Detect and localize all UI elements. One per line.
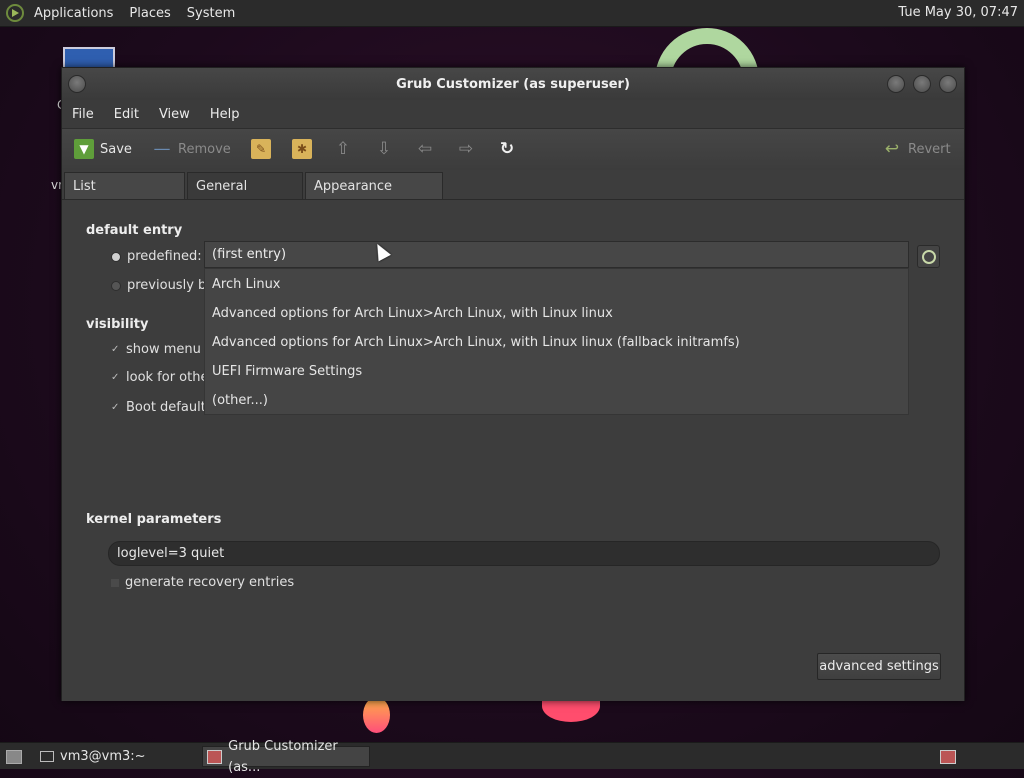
show-desktop-button[interactable] <box>2 746 26 767</box>
previously-booted-radio[interactable]: previously bo <box>111 278 214 293</box>
maximize-button[interactable] <box>913 75 931 93</box>
checkbox-indicator <box>111 578 119 587</box>
advanced-settings-button[interactable]: advanced settings <box>817 653 941 680</box>
dropdown-item[interactable]: UEFI Firmware Settings <box>212 364 362 379</box>
boot-default-label: Boot default <box>126 400 206 415</box>
check-icon: ✓ <box>111 372 120 383</box>
visibility-heading: visibility <box>86 317 149 332</box>
show-desktop-icon <box>6 749 22 764</box>
show-menu-label: show menu <box>126 342 201 357</box>
menu-edit[interactable]: Edit <box>104 107 149 122</box>
create-entry-button[interactable]: ✱ <box>292 139 312 159</box>
tab-general-settings[interactable]: General settings <box>187 172 303 222</box>
arrow-right-icon: ⇨ <box>458 139 474 159</box>
taskbar-item-grub-customizer[interactable]: Grub Customizer (as... <box>202 739 370 775</box>
general-settings-panel: default entry predefined: previously bo … <box>62 199 964 701</box>
taskbar-label: vm3@vm3:~ <box>60 749 146 764</box>
new-entry-icon: ✱ <box>292 139 312 159</box>
tab-list-configuration[interactable]: List configuration <box>64 172 185 222</box>
look-for-other-os-checkbox[interactable]: ✓ look for othe <box>111 370 208 385</box>
remove-label: Remove <box>178 141 231 157</box>
check-icon: ✓ <box>111 402 120 413</box>
menubar: File Edit View Help <box>62 100 964 128</box>
previously-booted-label: previously bo <box>127 278 215 293</box>
arrow-down-icon: ⇩ <box>376 139 392 159</box>
terminal-icon <box>40 751 54 762</box>
toolbar: ▼ Save — Remove ✎ ✱ ⇧ ⇩ ⇦ ⇨ ↻ ↩ Revert <box>62 128 964 172</box>
grub-customizer-tray-icon <box>940 749 956 764</box>
tab-bar: List configuration General settings Appe… <box>62 170 964 222</box>
menu-system[interactable]: System <box>179 6 243 21</box>
dropdown-item[interactable]: Arch Linux <box>212 277 281 292</box>
predefined-label: predefined: <box>127 249 202 264</box>
generate-recovery-label: generate recovery entries <box>125 575 295 590</box>
edit-entry-button[interactable]: ✎ <box>251 139 271 159</box>
window-title: Grub Customizer (as superuser) <box>396 77 630 92</box>
check-icon: ✓ <box>111 344 120 355</box>
default-entry-refresh-button[interactable] <box>917 245 940 268</box>
arrow-left-icon: ⇦ <box>417 139 433 159</box>
top-panel: Applications Places System Tue May 30, 0… <box>0 0 1024 27</box>
save-label: Save <box>100 141 132 157</box>
reload-icon: ↻ <box>499 139 515 159</box>
menu-places[interactable]: Places <box>121 6 178 21</box>
wallpaper-blob <box>363 697 390 733</box>
tab-appearance-settings[interactable]: Appearance settings <box>305 172 443 222</box>
dropdown-item[interactable]: (other...) <box>212 393 268 408</box>
menu-file[interactable]: File <box>62 107 104 122</box>
dropdown-item[interactable]: Advanced options for Arch Linux>Arch Lin… <box>212 335 740 350</box>
edit-icon: ✎ <box>251 139 271 159</box>
radio-indicator <box>111 280 121 291</box>
remove-icon: — <box>153 139 171 159</box>
minimize-button[interactable] <box>887 75 905 93</box>
window-titlebar[interactable]: Grub Customizer (as superuser) <box>62 68 964 100</box>
tray-app-button[interactable] <box>936 746 960 767</box>
reload-button[interactable]: ↻ <box>497 139 517 159</box>
revert-button[interactable]: ↩ Revert <box>882 139 951 159</box>
move-down-button[interactable]: ⇩ <box>374 139 394 159</box>
dropdown-item[interactable]: Advanced options for Arch Linux>Arch Lin… <box>212 306 613 321</box>
move-left-button[interactable]: ⇦ <box>415 139 435 159</box>
menu-help[interactable]: Help <box>200 107 250 122</box>
show-menu-checkbox[interactable]: ✓ show menu <box>111 342 201 357</box>
revert-label: Revert <box>908 141 951 157</box>
default-entry-combo[interactable]: (first entry) <box>204 241 909 268</box>
remove-button[interactable]: — Remove <box>152 139 231 159</box>
kernel-parameters-input[interactable]: loglevel=3 quiet <box>108 541 940 566</box>
boot-default-checkbox[interactable]: ✓ Boot default <box>111 400 206 415</box>
menu-view[interactable]: View <box>149 107 200 122</box>
save-icon: ▼ <box>74 139 94 159</box>
close-button[interactable] <box>939 75 957 93</box>
grub-customizer-window: Grub Customizer (as superuser) File Edit… <box>61 67 965 701</box>
refresh-icon <box>921 249 936 264</box>
look-for-other-label: look for othe <box>126 370 209 385</box>
menu-applications[interactable]: Applications <box>26 6 121 21</box>
radio-indicator <box>111 251 121 262</box>
default-entry-heading: default entry <box>86 223 183 238</box>
bottom-panel: vm3@vm3:~ Grub Customizer (as... <box>0 739 1024 775</box>
taskbar-item-terminal[interactable]: vm3@vm3:~ <box>36 746 150 767</box>
default-entry-dropdown: Arch Linux Advanced options for Arch Lin… <box>204 268 909 415</box>
arrow-up-icon: ⇧ <box>335 139 351 159</box>
save-button[interactable]: ▼ Save <box>74 139 132 159</box>
generate-recovery-checkbox[interactable]: generate recovery entries <box>111 575 294 590</box>
kernel-parameters-heading: kernel parameters <box>86 512 222 527</box>
move-right-button[interactable]: ⇨ <box>456 139 476 159</box>
panel-clock[interactable]: Tue May 30, 07:47 <box>898 5 1018 20</box>
applications-logo-icon[interactable] <box>6 4 24 22</box>
grub-customizer-icon <box>207 749 223 764</box>
taskbar-label: Grub Customizer (as... <box>228 738 338 775</box>
revert-icon: ↩ <box>884 139 900 159</box>
move-up-button[interactable]: ⇧ <box>333 139 353 159</box>
predefined-radio[interactable]: predefined: <box>111 249 202 264</box>
